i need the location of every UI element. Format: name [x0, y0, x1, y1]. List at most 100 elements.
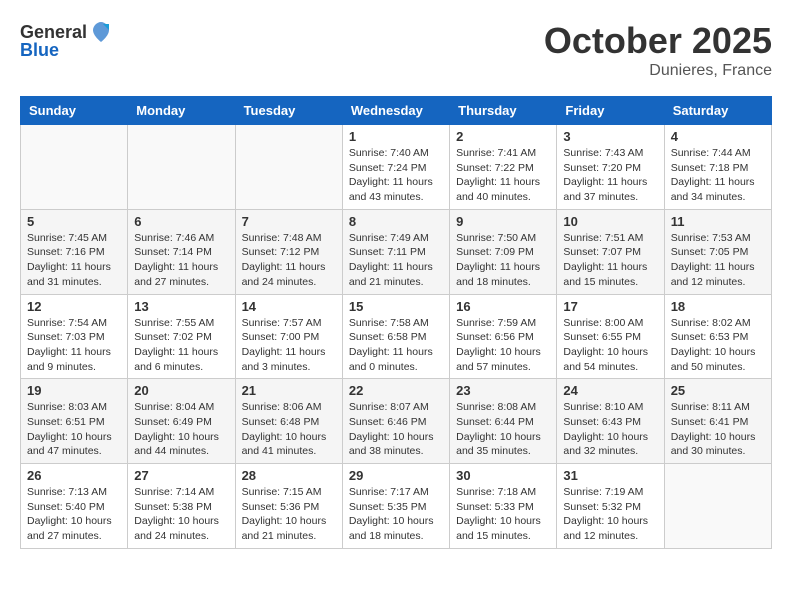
calendar-cell: 14 Sunrise: 7:57 AM Sunset: 7:00 PM Dayli… [235, 294, 342, 379]
calendar-cell: 23 Sunrise: 8:08 AM Sunset: 6:44 PM Dayli… [450, 379, 557, 464]
day-info: Sunrise: 7:41 AM Sunset: 7:22 PM Dayligh… [456, 146, 550, 205]
day-info: Sunrise: 7:51 AM Sunset: 7:07 PM Dayligh… [563, 231, 657, 290]
day-number: 10 [563, 214, 657, 229]
day-info: Sunrise: 7:17 AM Sunset: 5:35 PM Dayligh… [349, 485, 443, 544]
day-info: Sunrise: 7:49 AM Sunset: 7:11 PM Dayligh… [349, 231, 443, 290]
calendar-cell: 8 Sunrise: 7:49 AM Sunset: 7:11 PM Daylig… [342, 209, 449, 294]
day-number: 15 [349, 299, 443, 314]
month-title: October 2025 [544, 20, 772, 62]
day-number: 4 [671, 129, 765, 144]
day-info: Sunrise: 7:19 AM Sunset: 5:32 PM Dayligh… [563, 485, 657, 544]
logo-blue: Blue [20, 40, 59, 61]
calendar-cell: 5 Sunrise: 7:45 AM Sunset: 7:16 PM Daylig… [21, 209, 128, 294]
calendar-cell [128, 125, 235, 210]
day-number: 17 [563, 299, 657, 314]
day-number: 20 [134, 383, 228, 398]
day-info: Sunrise: 8:08 AM Sunset: 6:44 PM Dayligh… [456, 400, 550, 459]
calendar-cell: 18Sunrise: 8:02 AM Sunset: 6:53 PM Dayli… [664, 294, 771, 379]
day-number: 23 [456, 383, 550, 398]
page-header: General Blue October 2025 Dunieres, Fran… [20, 20, 772, 80]
day-info: Sunrise: 7:54 AM Sunset: 7:03 PM Dayligh… [27, 316, 121, 375]
day-info: Sunrise: 7:14 AM Sunset: 5:38 PM Dayligh… [134, 485, 228, 544]
weekday-header-wednesday: Wednesday [342, 97, 449, 125]
day-info: Sunrise: 7:43 AM Sunset: 7:20 PM Dayligh… [563, 146, 657, 205]
day-info: Sunrise: 7:57 AM Sunset: 7:00 PM Dayligh… [242, 316, 336, 375]
day-number: 30 [456, 468, 550, 483]
weekday-header-monday: Monday [128, 97, 235, 125]
logo-icon [89, 20, 113, 44]
calendar-cell: 6 Sunrise: 7:46 AM Sunset: 7:14 PM Daylig… [128, 209, 235, 294]
day-number: 18 [671, 299, 765, 314]
day-number: 28 [242, 468, 336, 483]
day-info: Sunrise: 8:07 AM Sunset: 6:46 PM Dayligh… [349, 400, 443, 459]
calendar-cell: 20Sunrise: 8:04 AM Sunset: 6:49 PM Dayli… [128, 379, 235, 464]
weekday-header-friday: Friday [557, 97, 664, 125]
calendar-cell: 17 Sunrise: 8:00 AM Sunset: 6:55 PM Dayli… [557, 294, 664, 379]
day-info: Sunrise: 7:58 AM Sunset: 6:58 PM Dayligh… [349, 316, 443, 375]
day-info: Sunrise: 7:44 AM Sunset: 7:18 PM Dayligh… [671, 146, 765, 205]
day-number: 13 [134, 299, 228, 314]
day-number: 29 [349, 468, 443, 483]
calendar-cell: 10 Sunrise: 7:51 AM Sunset: 7:07 PM Dayli… [557, 209, 664, 294]
calendar-cell: 29 Sunrise: 7:17 AM Sunset: 5:35 PM Dayli… [342, 464, 449, 549]
day-info: Sunrise: 7:45 AM Sunset: 7:16 PM Dayligh… [27, 231, 121, 290]
weekday-header-tuesday: Tuesday [235, 97, 342, 125]
calendar-cell: 9Sunrise: 7:50 AM Sunset: 7:09 PM Daylig… [450, 209, 557, 294]
day-number: 8 [349, 214, 443, 229]
day-number: 24 [563, 383, 657, 398]
day-info: Sunrise: 7:50 AM Sunset: 7:09 PM Dayligh… [456, 231, 550, 290]
day-info: Sunrise: 7:13 AM Sunset: 5:40 PM Dayligh… [27, 485, 121, 544]
calendar-cell: 3 Sunrise: 7:43 AM Sunset: 7:20 PM Daylig… [557, 125, 664, 210]
logo: General Blue [20, 20, 113, 61]
calendar-cell: 19Sunrise: 8:03 AM Sunset: 6:51 PM Dayli… [21, 379, 128, 464]
calendar-cell [664, 464, 771, 549]
calendar-cell: 13 Sunrise: 7:55 AM Sunset: 7:02 PM Dayli… [128, 294, 235, 379]
day-info: Sunrise: 7:53 AM Sunset: 7:05 PM Dayligh… [671, 231, 765, 290]
day-info: Sunrise: 7:15 AM Sunset: 5:36 PM Dayligh… [242, 485, 336, 544]
weekday-header-saturday: Saturday [664, 97, 771, 125]
calendar-cell: 15 Sunrise: 7:58 AM Sunset: 6:58 PM Dayli… [342, 294, 449, 379]
calendar-cell: 16 Sunrise: 7:59 AM Sunset: 6:56 PM Dayli… [450, 294, 557, 379]
calendar-cell [21, 125, 128, 210]
day-number: 26 [27, 468, 121, 483]
day-number: 22 [349, 383, 443, 398]
day-number: 31 [563, 468, 657, 483]
day-info: Sunrise: 7:55 AM Sunset: 7:02 PM Dayligh… [134, 316, 228, 375]
calendar-cell [235, 125, 342, 210]
calendar-cell: 25 Sunrise: 8:11 AM Sunset: 6:41 PM Dayli… [664, 379, 771, 464]
day-info: Sunrise: 7:18 AM Sunset: 5:33 PM Dayligh… [456, 485, 550, 544]
calendar-cell: 1Sunrise: 7:40 AM Sunset: 7:24 PM Daylig… [342, 125, 449, 210]
day-number: 14 [242, 299, 336, 314]
day-info: Sunrise: 8:10 AM Sunset: 6:43 PM Dayligh… [563, 400, 657, 459]
day-number: 27 [134, 468, 228, 483]
day-number: 25 [671, 383, 765, 398]
title-section: October 2025 Dunieres, France [544, 20, 772, 80]
calendar-week-row: 12Sunrise: 7:54 AM Sunset: 7:03 PM Dayli… [21, 294, 772, 379]
day-number: 2 [456, 129, 550, 144]
calendar-cell: 26 Sunrise: 7:13 AM Sunset: 5:40 PM Dayli… [21, 464, 128, 549]
calendar-cell: 21 Sunrise: 8:06 AM Sunset: 6:48 PM Dayli… [235, 379, 342, 464]
day-info: Sunrise: 7:59 AM Sunset: 6:56 PM Dayligh… [456, 316, 550, 375]
day-info: Sunrise: 8:06 AM Sunset: 6:48 PM Dayligh… [242, 400, 336, 459]
day-number: 7 [242, 214, 336, 229]
weekday-header-thursday: Thursday [450, 97, 557, 125]
day-number: 16 [456, 299, 550, 314]
location-subtitle: Dunieres, France [544, 62, 772, 80]
calendar-cell: 28 Sunrise: 7:15 AM Sunset: 5:36 PM Dayli… [235, 464, 342, 549]
day-info: Sunrise: 7:46 AM Sunset: 7:14 PM Dayligh… [134, 231, 228, 290]
day-number: 5 [27, 214, 121, 229]
day-number: 3 [563, 129, 657, 144]
calendar-cell: 7Sunrise: 7:48 AM Sunset: 7:12 PM Daylig… [235, 209, 342, 294]
calendar-cell: 27 Sunrise: 7:14 AM Sunset: 5:38 PM Dayli… [128, 464, 235, 549]
day-number: 6 [134, 214, 228, 229]
day-info: Sunrise: 8:11 AM Sunset: 6:41 PM Dayligh… [671, 400, 765, 459]
day-info: Sunrise: 8:00 AM Sunset: 6:55 PM Dayligh… [563, 316, 657, 375]
weekday-header-row: SundayMondayTuesdayWednesdayThursdayFrid… [21, 97, 772, 125]
day-number: 19 [27, 383, 121, 398]
calendar-cell: 11 Sunrise: 7:53 AM Sunset: 7:05 PM Dayli… [664, 209, 771, 294]
day-info: Sunrise: 7:40 AM Sunset: 7:24 PM Dayligh… [349, 146, 443, 205]
calendar-cell: 24 Sunrise: 8:10 AM Sunset: 6:43 PM Dayli… [557, 379, 664, 464]
calendar-cell: 4 Sunrise: 7:44 AM Sunset: 7:18 PM Daylig… [664, 125, 771, 210]
day-number: 21 [242, 383, 336, 398]
day-number: 11 [671, 214, 765, 229]
